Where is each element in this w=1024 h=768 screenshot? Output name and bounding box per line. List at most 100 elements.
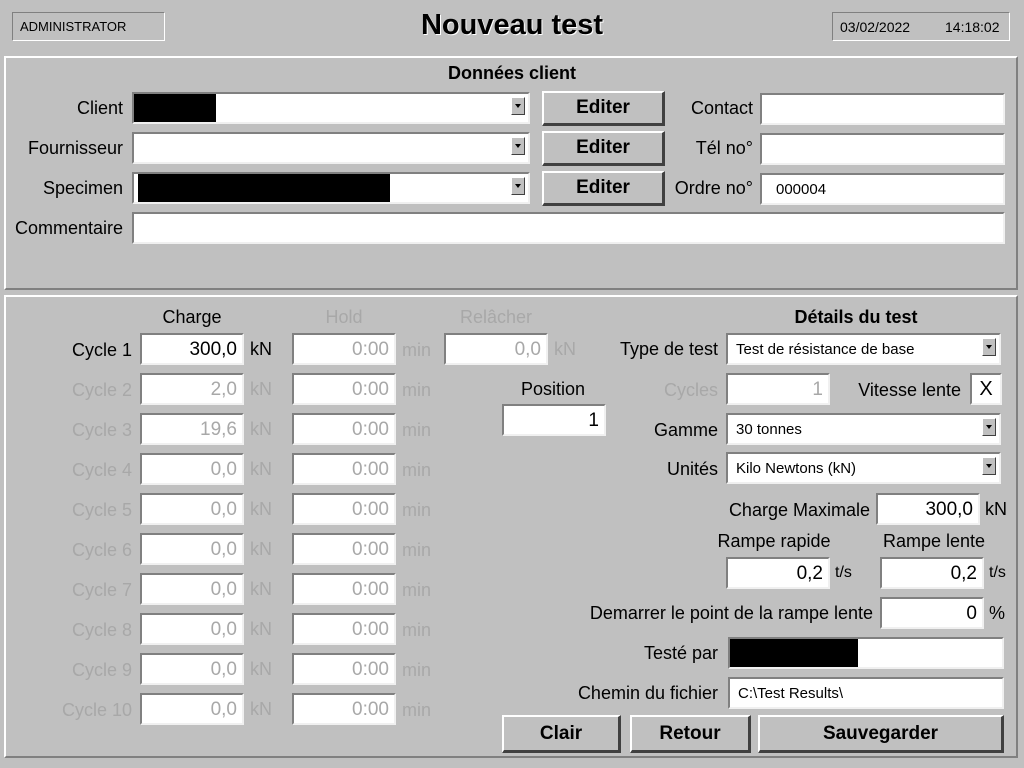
release-unit: kN <box>554 339 576 359</box>
slow-speed-checkbox[interactable]: X <box>970 373 1002 405</box>
client-dropdown[interactable] <box>132 92 530 124</box>
specimen-label: Specimen <box>42 178 123 198</box>
cycle-label: Cycle 10 <box>61 700 132 720</box>
hold-unit: min <box>402 620 432 640</box>
cycle-label: Cycle 6 <box>71 540 132 560</box>
cycle-1-release-input[interactable]: 0,0 <box>444 333 548 365</box>
cycle-label: Cycle 4 <box>71 460 132 480</box>
file-path-label: Chemin du fichier <box>577 683 718 703</box>
slow-ramp-input[interactable]: 0,2 <box>880 557 984 589</box>
cycle-hold-input[interactable]: 0:00 <box>292 653 396 685</box>
max-load-label: Charge Maximale <box>728 500 870 520</box>
datetime-box: 03/02/2022 14:18:02 <box>832 12 1010 41</box>
charge-unit: kN <box>250 659 272 679</box>
cycle-charge-input[interactable]: 0,0 <box>140 653 244 685</box>
cycle-label: Cycle 2 <box>71 380 132 400</box>
chevron-down-icon[interactable] <box>511 97 525 115</box>
save-button[interactable]: Sauvegarder <box>758 715 1004 753</box>
fast-ramp-unit: t/s <box>835 564 852 581</box>
cycle-charge-input[interactable]: 0,0 <box>140 533 244 565</box>
clear-button[interactable]: Clair <box>502 715 621 753</box>
slow-speed-label: Vitesse lente <box>858 380 961 400</box>
hold-unit: min <box>402 500 432 520</box>
cycle-label: Cycle 8 <box>71 620 132 640</box>
test-type-dropdown[interactable]: Test de résistance de base <box>726 333 1001 365</box>
cycle-hold-input[interactable]: 0:00 <box>292 333 396 365</box>
range-dropdown[interactable]: 30 tonnes <box>726 413 1001 445</box>
hold-unit: min <box>402 540 432 560</box>
cycle-label: Cycle 1 <box>71 340 132 360</box>
cycle-charge-input[interactable]: 0,0 <box>140 693 244 725</box>
supplier-dropdown[interactable] <box>132 132 530 164</box>
fast-ramp-label: Rampe rapide <box>717 531 831 551</box>
client-label: Client <box>76 98 123 118</box>
cycle-hold-input[interactable]: 0:00 <box>292 533 396 565</box>
client-data-title: Données client <box>447 63 577 83</box>
redacted-block <box>138 174 390 202</box>
fast-ramp-input[interactable]: 0,2 <box>726 557 830 589</box>
cycle-hold-input[interactable]: 0:00 <box>292 573 396 605</box>
charge-unit: kN <box>250 699 272 719</box>
position-label: Position <box>520 379 586 399</box>
cycle-hold-input[interactable]: 0:00 <box>292 413 396 445</box>
back-button[interactable]: Retour <box>630 715 751 753</box>
cycle-charge-input[interactable]: 2,0 <box>140 373 244 405</box>
date-display: 03/02/2022 <box>840 19 911 35</box>
cycle-hold-input[interactable]: 0:00 <box>292 373 396 405</box>
charge-unit: kN <box>250 499 272 519</box>
max-load-unit: kN <box>985 499 1007 519</box>
chevron-down-icon[interactable] <box>982 457 996 475</box>
tel-input[interactable] <box>760 133 1005 165</box>
file-path-input[interactable]: C:\Test Results\ <box>728 677 1004 709</box>
chevron-down-icon[interactable] <box>982 338 996 356</box>
cycle-label: Cycle 5 <box>71 500 132 520</box>
cycle-label: Cycle 3 <box>71 420 132 440</box>
hold-unit: min <box>402 420 432 440</box>
details-title: Détails du test <box>794 307 918 327</box>
specimen-dropdown[interactable] <box>132 172 530 204</box>
hold-unit: min <box>402 460 432 480</box>
hold-unit: min <box>402 580 432 600</box>
contact-label: Contact <box>690 98 753 118</box>
cycle-charge-input[interactable]: 0,0 <box>140 613 244 645</box>
cycles-label: Cycles <box>663 380 718 400</box>
supplier-edit-button[interactable]: Editer <box>542 131 665 166</box>
order-label: Ordre no° <box>674 178 753 198</box>
contact-input[interactable] <box>760 93 1005 125</box>
release-header: Relâcher <box>459 307 533 327</box>
cycles-count-input[interactable]: 1 <box>726 373 830 405</box>
cycle-charge-input[interactable]: 0,0 <box>140 573 244 605</box>
charge-unit: kN <box>250 619 272 639</box>
chevron-down-icon[interactable] <box>511 177 525 195</box>
hold-header: Hold <box>325 307 363 327</box>
charge-header: Charge <box>162 307 222 327</box>
cycle-hold-input[interactable]: 0:00 <box>292 493 396 525</box>
cycle-hold-input[interactable]: 0:00 <box>292 693 396 725</box>
slow-ramp-start-input[interactable]: 0 <box>880 597 984 629</box>
specimen-edit-button[interactable]: Editer <box>542 171 665 206</box>
cycle-hold-input[interactable]: 0:00 <box>292 613 396 645</box>
order-number-input[interactable]: 000004 <box>760 173 1005 205</box>
percent-unit: % <box>989 603 1006 623</box>
tested-by-label: Testé par <box>643 643 718 663</box>
position-input[interactable]: 1 <box>502 404 606 436</box>
hold-unit: min <box>402 380 432 400</box>
cycle-charge-input[interactable]: 19,6 <box>140 413 244 445</box>
cycle-charge-input[interactable]: 0,0 <box>140 493 244 525</box>
comment-label: Commentaire <box>14 218 123 238</box>
range-label: Gamme <box>653 420 718 440</box>
cycle-hold-input[interactable]: 0:00 <box>292 453 396 485</box>
slow-ramp-start-label: Demarrer le point de la rampe lente <box>589 603 873 623</box>
chevron-down-icon[interactable] <box>511 137 525 155</box>
chevron-down-icon[interactable] <box>982 418 996 436</box>
cycle-charge-input[interactable]: 0,0 <box>140 453 244 485</box>
units-dropdown[interactable]: Kilo Newtons (kN) <box>726 452 1001 484</box>
charge-unit: kN <box>250 539 272 559</box>
comment-input[interactable] <box>132 212 1005 244</box>
tested-by-input[interactable] <box>728 637 1004 669</box>
cycle-charge-input[interactable]: 300,0 <box>140 333 244 365</box>
charge-unit: kN <box>250 419 272 439</box>
charge-unit: kN <box>250 579 272 599</box>
client-edit-button[interactable]: Editer <box>542 91 665 126</box>
max-load-input[interactable]: 300,0 <box>876 493 980 525</box>
